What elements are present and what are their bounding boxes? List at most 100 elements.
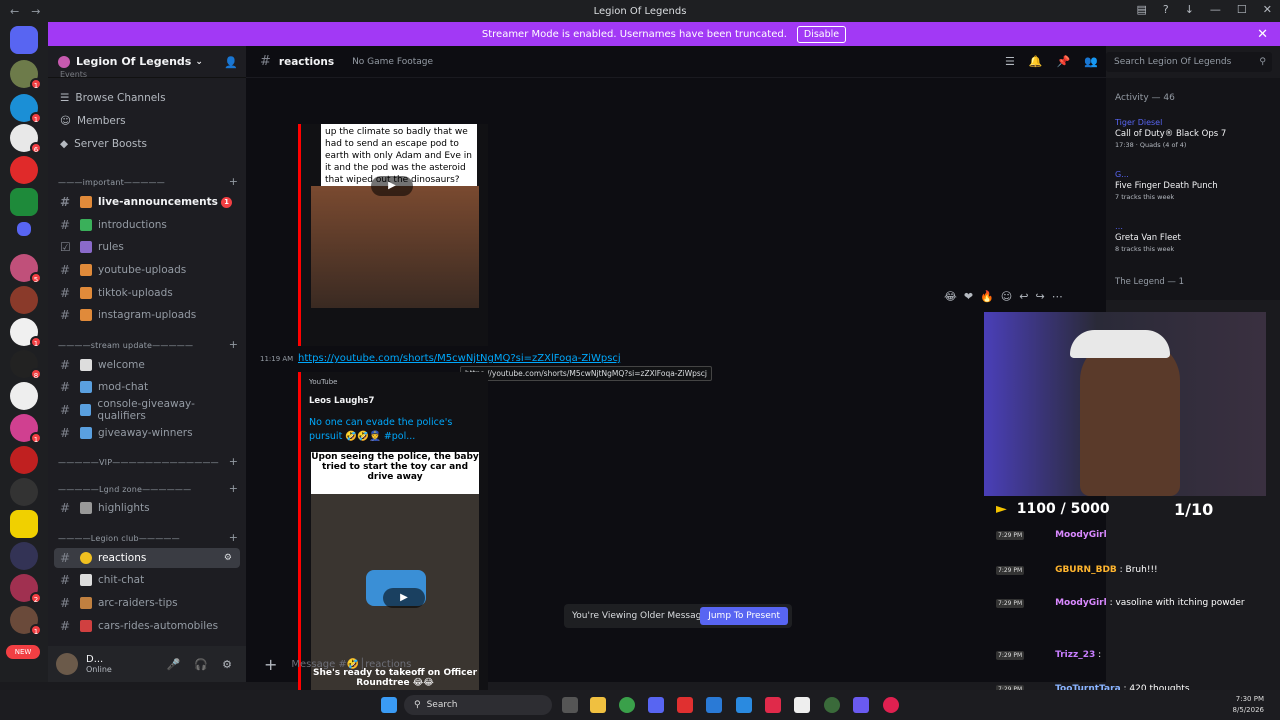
- channel-rules[interactable]: ☑ rules: [54, 237, 240, 257]
- microphone-icon[interactable]: 🎤: [167, 658, 181, 671]
- app-icon[interactable]: [824, 697, 840, 713]
- discord-home-icon[interactable]: [10, 26, 38, 54]
- app-icon[interactable]: [853, 697, 869, 713]
- server-icon[interactable]: 6: [10, 124, 42, 154]
- inbox-icon[interactable]: ▤: [1136, 3, 1146, 16]
- bell-icon[interactable]: 🔔: [1029, 55, 1043, 68]
- message-link[interactable]: https://youtube.com/shorts/M5cwNjtNgMQ?s…: [298, 353, 621, 364]
- channel-mod-chat[interactable]: # mod-chat: [54, 377, 240, 397]
- app-icon[interactable]: [736, 697, 752, 713]
- server-icon[interactable]: 8: [10, 350, 42, 380]
- channel-arc-raiders-tips[interactable]: # arc-raiders-tips: [54, 593, 240, 613]
- sidebar-item-browse-channels[interactable]: ☰ Browse Channels: [60, 92, 166, 104]
- more-options-icon[interactable]: ⋯: [1052, 290, 1063, 303]
- add-channel-icon[interactable]: +: [229, 531, 238, 544]
- sidebar-item-members[interactable]: ☺ Members: [60, 115, 126, 127]
- channel-welcome[interactable]: # welcome: [54, 355, 240, 375]
- server-icon[interactable]: 5: [10, 254, 42, 284]
- app-icon[interactable]: [883, 697, 899, 713]
- category-legion-club[interactable]: ————Legion club—————: [58, 534, 180, 543]
- taskbar-clock[interactable]: 7:30 PM 8/5/2026: [1233, 694, 1264, 716]
- app-icon[interactable]: [794, 697, 810, 713]
- download-icon[interactable]: ↓: [1185, 3, 1194, 16]
- server-icon[interactable]: 1: [10, 318, 42, 348]
- minimize-icon[interactable]: —: [1210, 3, 1221, 16]
- server-icon[interactable]: [10, 542, 38, 570]
- category-important[interactable]: ———important—————: [58, 178, 165, 187]
- channel-topic[interactable]: No Game Footage: [352, 57, 433, 67]
- windows-start-icon[interactable]: [381, 697, 397, 713]
- server-icon[interactable]: 1: [10, 94, 42, 124]
- search-input[interactable]: Search Legion Of Legends ⚲: [1106, 52, 1272, 72]
- banner-close-icon[interactable]: ✕: [1257, 27, 1268, 42]
- server-icon[interactable]: [10, 446, 38, 474]
- server-icon[interactable]: [10, 156, 38, 184]
- channel-console-giveaway[interactable]: # console-giveaway-qualifiers: [54, 398, 240, 422]
- channel-cars-rides[interactable]: # cars-rides-automobiles: [54, 616, 240, 636]
- add-channel-icon[interactable]: +: [229, 482, 238, 495]
- sidebar-item-server-boosts[interactable]: ◆ Server Boosts: [60, 138, 147, 150]
- discord-taskbar-icon[interactable]: [648, 697, 664, 713]
- task-view-icon[interactable]: [562, 697, 578, 713]
- server-icon[interactable]: [10, 510, 38, 538]
- disable-button[interactable]: Disable: [796, 25, 847, 43]
- add-channel-icon[interactable]: +: [229, 338, 238, 351]
- category-lgnd-zone[interactable]: —————Lgnd zone——————: [58, 485, 191, 494]
- server-icon[interactable]: 1: [10, 606, 42, 636]
- channel-tiktok-uploads[interactable]: # tiktok-uploads: [54, 283, 240, 303]
- heart-emoji-icon[interactable]: ❤: [964, 290, 973, 303]
- embed-author[interactable]: Leos Laughs7: [309, 396, 488, 406]
- activity-item[interactable]: G... Five Finger Death Punch 7 tracks th…: [1115, 170, 1218, 201]
- add-channel-icon[interactable]: +: [229, 175, 238, 188]
- channel-highlights[interactable]: # highlights: [54, 498, 240, 518]
- threads-icon[interactable]: ☰: [1005, 55, 1015, 68]
- add-reaction-icon[interactable]: ☺: [1001, 290, 1012, 303]
- pin-icon[interactable]: 📌: [1057, 55, 1071, 68]
- taskbar-search[interactable]: ⚲ Search: [404, 695, 552, 715]
- forward-icon[interactable]: ↪: [1035, 290, 1044, 303]
- invite-icon[interactable]: 👤: [224, 56, 238, 69]
- file-explorer-icon[interactable]: [590, 697, 606, 713]
- channel-introductions[interactable]: # introductions: [54, 215, 240, 235]
- attach-plus-icon[interactable]: +: [264, 655, 277, 674]
- add-channel-icon[interactable]: +: [229, 455, 238, 468]
- embed-title[interactable]: No one can evade the police's pursuit 🤣🤣…: [309, 416, 488, 444]
- category-vip[interactable]: —————VIP—————————————: [58, 458, 219, 467]
- server-icon[interactable]: 1: [10, 60, 42, 90]
- server-icon[interactable]: [10, 286, 38, 314]
- channel-reactions[interactable]: # reactions ⚙: [54, 548, 240, 568]
- server-icon[interactable]: [10, 478, 38, 506]
- activity-item[interactable]: Tiger Diesel Call of Duty® Black Ops 7 1…: [1115, 118, 1226, 149]
- embed-provider[interactable]: YouTube: [309, 378, 488, 386]
- maximize-icon[interactable]: ☐: [1237, 3, 1247, 16]
- help-icon[interactable]: ?: [1163, 3, 1169, 16]
- chrome-icon[interactable]: [619, 697, 635, 713]
- jump-to-present-button[interactable]: Jump To Present: [700, 607, 788, 625]
- channel-instagram-uploads[interactable]: # instagram-uploads: [54, 305, 240, 325]
- headphones-icon[interactable]: 🎧: [194, 658, 208, 671]
- server-icon[interactable]: 1: [10, 414, 42, 444]
- channel-chit-chat[interactable]: # chit-chat: [54, 570, 240, 590]
- app-icon[interactable]: [765, 697, 781, 713]
- category-stream-update[interactable]: ————stream update—————: [58, 341, 193, 350]
- play-icon[interactable]: ▶: [371, 176, 413, 196]
- app-icon[interactable]: [706, 697, 722, 713]
- channel-giveaway-winners[interactable]: # giveaway-winners: [54, 423, 240, 443]
- video-thumbnail[interactable]: [311, 186, 479, 308]
- video-embed[interactable]: up the climate so badly that we had to s…: [298, 124, 488, 346]
- fire-emoji-icon[interactable]: 🔥: [980, 290, 994, 303]
- app-icon[interactable]: [677, 697, 693, 713]
- close-icon[interactable]: ✕: [1263, 3, 1272, 16]
- avatar[interactable]: [56, 653, 78, 675]
- server-icon[interactable]: [10, 188, 38, 216]
- server-icon[interactable]: 2: [10, 574, 42, 604]
- message-input[interactable]: Message #🤣│reactions: [291, 659, 411, 670]
- folder-icon[interactable]: [17, 222, 31, 236]
- sidebar-item-events[interactable]: Events: [60, 70, 87, 79]
- channel-settings-icon[interactable]: ⚙: [224, 553, 232, 563]
- message-composer[interactable]: + Message #🤣│reactions: [258, 650, 998, 678]
- play-icon[interactable]: ▶: [383, 588, 425, 608]
- member-list-icon[interactable]: 👥: [1084, 55, 1098, 68]
- reply-icon[interactable]: ↩: [1019, 290, 1028, 303]
- settings-gear-icon[interactable]: ⚙: [222, 658, 232, 671]
